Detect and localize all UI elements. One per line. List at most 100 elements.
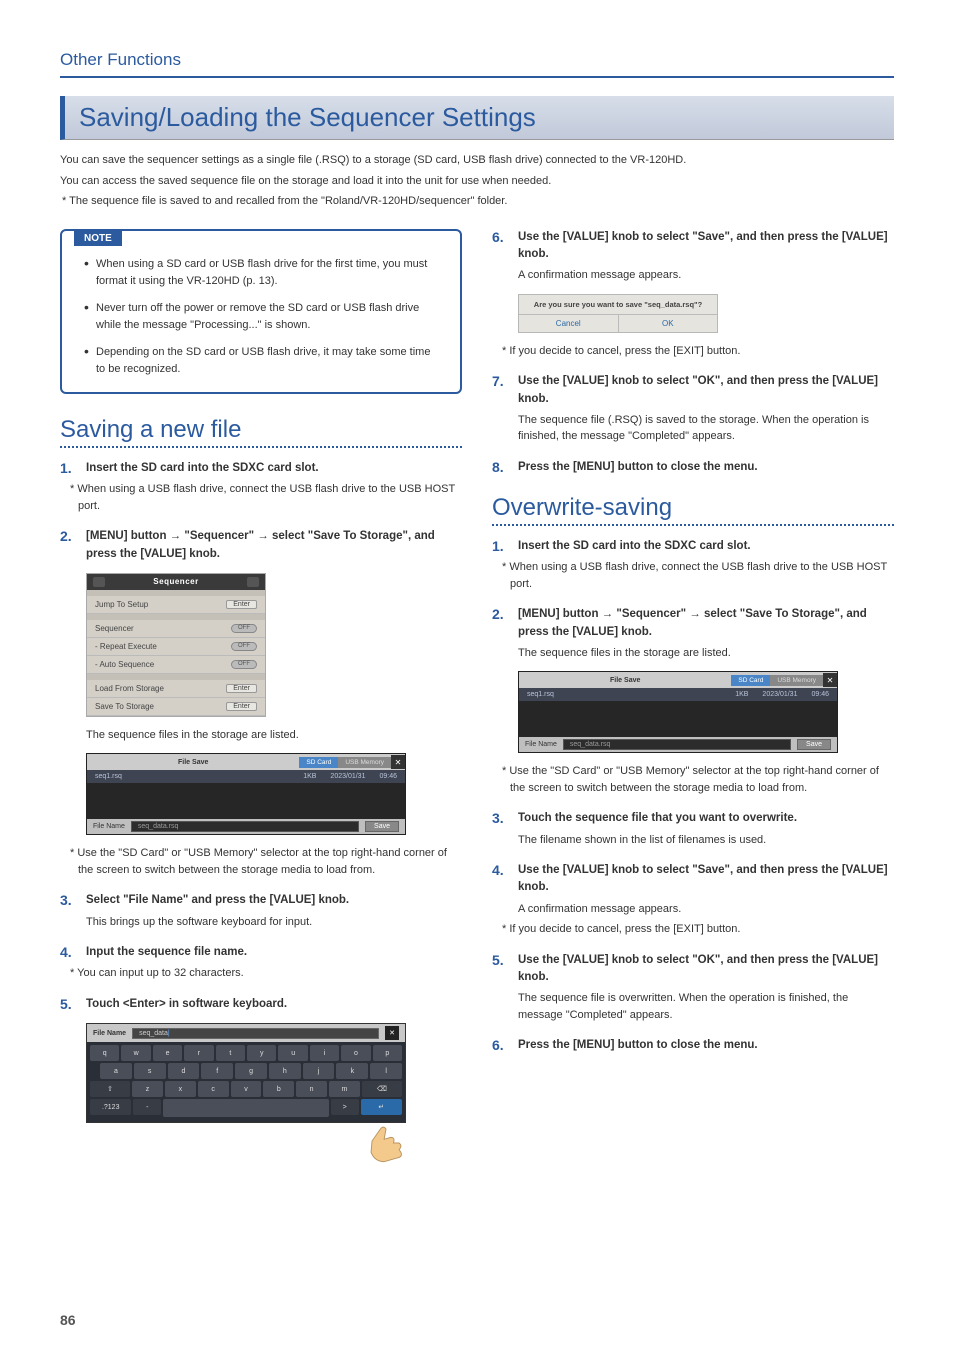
ow-step2-note: * Use the "SD Card" or "USB Memory" sele…: [510, 763, 894, 796]
enter-button: Enter: [226, 684, 257, 693]
ow-step4-body: A confirmation message appears.: [518, 901, 894, 918]
file-row: seq1.rsq 1KB 2023/01/31 09:46: [519, 688, 837, 701]
note-box: NOTE When using a SD card or USB flash d…: [60, 229, 462, 394]
file-name-label: File Name: [525, 741, 557, 748]
off-toggle: OFF: [231, 624, 257, 633]
step6-text: Use the [VALUE] knob to select "Save", a…: [518, 229, 894, 264]
step2-caption: The sequence files in the storage are li…: [86, 727, 462, 744]
save-button: Save: [797, 739, 831, 750]
menu-repeat: - Repeat Execute: [95, 642, 157, 651]
dotted-rule: [492, 524, 894, 526]
intro-block: You can save the sequencer settings as a…: [60, 152, 894, 211]
step-num: 8.: [492, 459, 510, 475]
step1-text: Insert the SD card into the SDXC card sl…: [86, 460, 319, 477]
step3-body: This brings up the software keyboard for…: [86, 914, 462, 931]
menu-auto: - Auto Sequence: [95, 660, 154, 669]
shift-key: ⇧: [90, 1081, 130, 1097]
page-title: Saving/Loading the Sequencer Settings: [79, 102, 880, 133]
ow-step1-note: * When using a USB flash drive, connect …: [510, 559, 894, 592]
step6-note: * If you decide to cancel, press the [EX…: [510, 343, 894, 360]
enter-key: ↵: [361, 1099, 402, 1115]
step5-text: Touch <Enter> in software keyboard.: [86, 996, 287, 1013]
off-toggle: OFF: [231, 642, 257, 651]
step2-note: * Use the "SD Card" or "USB Memory" sele…: [78, 845, 462, 878]
enter-button: Enter: [226, 702, 257, 711]
step-num: 4.: [60, 944, 78, 960]
pointing-hand-icon: [86, 1133, 406, 1175]
panel-title: File Save: [519, 677, 731, 684]
confirm-message: Are you sure you want to save "seq_data.…: [519, 295, 717, 314]
note-label: NOTE: [74, 231, 122, 246]
left-column: NOTE When using a SD card or USB flash d…: [60, 229, 462, 1189]
step-num: 4.: [492, 862, 510, 878]
right-column: 6. Use the [VALUE] knob to select "Save"…: [492, 229, 894, 1189]
ow-step4-note: * If you decide to cancel, press the [EX…: [510, 921, 894, 938]
step-num: 6.: [492, 1037, 510, 1053]
step1-note: * When using a USB flash drive, connect …: [78, 481, 462, 514]
ow-step6-text: Press the [MENU] button to close the men…: [518, 1037, 758, 1054]
tab-sd-card: SD Card: [731, 675, 770, 686]
step4-note: * You can input up to 32 characters.: [78, 965, 462, 982]
ok-button: OK: [619, 315, 718, 332]
tab-usb-memory: USB Memory: [338, 757, 391, 768]
tab-sd-card: SD Card: [299, 757, 338, 768]
title-bar: Saving/Loading the Sequencer Settings: [60, 96, 894, 140]
tab-usb-memory: USB Memory: [770, 675, 823, 686]
ow-step5-body: The sequence file is overwritten. When t…: [518, 990, 894, 1023]
save-button: Save: [365, 821, 399, 832]
close-icon: ✕: [385, 1026, 399, 1040]
menu-jump: Jump To Setup: [95, 600, 148, 609]
step8-text: Press the [MENU] button to close the men…: [518, 459, 758, 476]
step4-text: Input the sequence file name.: [86, 944, 247, 961]
arrow-icon: →: [170, 530, 182, 542]
arrow-icon: →: [602, 608, 614, 620]
step7-text: Use the [VALUE] knob to select "OK", and…: [518, 373, 894, 408]
menu-load: Load From Storage: [95, 684, 164, 693]
ow-step2-body: The sequence files in the storage are li…: [518, 645, 894, 662]
ow-step3-body: The filename shown in the list of filena…: [518, 832, 894, 849]
step2-text: [MENU] button → "Sequencer" → select "Sa…: [86, 528, 462, 563]
file-name-label: File Name: [93, 823, 125, 830]
cancel-button: Cancel: [519, 315, 619, 332]
ow-step4-text: Use the [VALUE] knob to select "Save", a…: [518, 862, 894, 897]
note-item-1: When using a SD card or USB flash drive …: [84, 256, 440, 290]
saving-new-heading: Saving a new file: [60, 416, 462, 444]
step-num: 1.: [60, 460, 78, 476]
step-num: 2.: [492, 606, 510, 622]
backspace-key: ⌫: [362, 1081, 402, 1097]
close-icon: ✕: [391, 755, 405, 769]
kb-input: seq_data|: [132, 1028, 379, 1039]
ow-step2-text: [MENU] button → "Sequencer" → select "Sa…: [518, 606, 894, 641]
dotted-rule: [60, 446, 462, 448]
intro-line-1: You can save the sequencer settings as a…: [60, 152, 894, 170]
keyboard-panel: File Name seq_data| ✕ qwertyuiop asdfghj…: [86, 1023, 406, 1123]
step-num: 2.: [60, 528, 78, 544]
step6-body: A confirmation message appears.: [518, 267, 894, 284]
intro-line-2: You can access the saved sequence file o…: [60, 173, 894, 191]
ow-step1-text: Insert the SD card into the SDXC card sl…: [518, 538, 751, 555]
sequencer-panel: Sequencer Jump To SetupEnter SequencerOF…: [86, 573, 266, 717]
step-num: 1.: [492, 538, 510, 554]
ow-step3-text: Touch the sequence file that you want to…: [518, 810, 797, 827]
file-save-panel: File Save SD Card USB Memory ✕ seq1.rsq …: [518, 671, 838, 753]
file-row: seq1.rsq 1KB 2023/01/31 09:46: [87, 770, 405, 783]
page-number: 86: [60, 1312, 76, 1328]
kb-label: File Name: [93, 1030, 126, 1037]
enter-button: Enter: [226, 600, 257, 609]
step7-body: The sequence file (.RSQ) is saved to the…: [518, 412, 894, 445]
menu-save: Save To Storage: [95, 702, 154, 711]
step-num: 3.: [492, 810, 510, 826]
ow-step5-text: Use the [VALUE] knob to select "OK", and…: [518, 952, 894, 987]
panel-title: File Save: [87, 759, 299, 766]
note-item-3: Depending on the SD card or USB flash dr…: [84, 344, 440, 378]
step3-text: Select "File Name" and press the [VALUE]…: [86, 892, 349, 909]
step-num: 5.: [60, 996, 78, 1012]
close-icon: [247, 577, 259, 587]
confirm-dialog: Are you sure you want to save "seq_data.…: [518, 294, 718, 333]
file-save-panel: File Save SD Card USB Memory ✕ seq1.rsq …: [86, 753, 406, 835]
overwrite-heading: Overwrite-saving: [492, 494, 894, 522]
step-num: 5.: [492, 952, 510, 968]
close-icon: ✕: [823, 673, 837, 687]
step-num: 6.: [492, 229, 510, 245]
off-toggle: OFF: [231, 660, 257, 669]
